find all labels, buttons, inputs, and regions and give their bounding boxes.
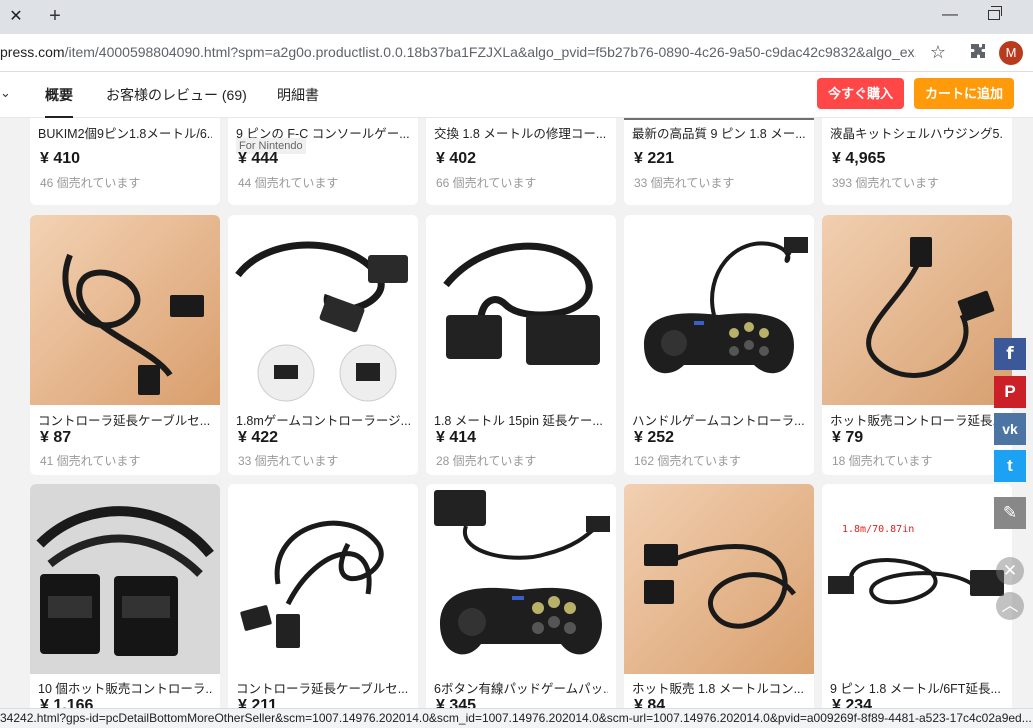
sold-count: 393 個売れています	[832, 176, 939, 190]
back-to-top-icon[interactable]: ︿	[996, 592, 1024, 620]
product-card[interactable]: 10 個ホット販売コントローラ... ¥ 1,166	[30, 484, 220, 708]
url-field[interactable]: press.com/item/4000598804090.html?spm=a2…	[0, 44, 916, 62]
product-image[interactable]	[624, 484, 814, 674]
product-price: ¥ 87	[40, 429, 72, 446]
product-title: ホット販売 1.8 メートルコン...	[632, 682, 804, 696]
vk-share-icon[interactable]: vk	[994, 413, 1026, 445]
product-card[interactable]: BUKIM2個9ピン1.8メートル/6... ¥ 410 46 個売れています	[30, 118, 220, 205]
product-price: ¥ 345	[436, 697, 477, 708]
product-image[interactable]: 1.8m/70.87in	[822, 484, 1012, 674]
product-card[interactable]: 1.8mゲームコントローラージ... ¥ 422 33 個売れています	[228, 215, 418, 475]
product-price: ¥ 221	[634, 150, 675, 167]
product-title: ホット販売コントローラ延長...	[830, 414, 1003, 428]
product-sticky-nav: ⌄ 概要 お客様のレビュー (69) 明細書 今すぐ購入 カートに追加	[0, 72, 1033, 118]
product-title: 最新の高品質 9 ピン 1.8 メー...	[632, 127, 806, 141]
product-title: 9 ピン 1.8 メートル/6FT延長...	[830, 682, 1001, 696]
product-title: BUKIM2個9ピン1.8メートル/6...	[38, 127, 212, 141]
product-card[interactable]: コントローラ延長ケーブルセ... ¥ 87 41 個売れています	[30, 215, 220, 475]
product-price: ¥ 402	[436, 150, 477, 167]
sold-count: 18 個売れています	[832, 454, 933, 468]
product-title: 1.8 メートル 15pin 延長ケー...	[434, 414, 603, 428]
product-card[interactable]: コントローラ延長ケーブルセ... ¥ 211	[228, 484, 418, 708]
minimize-icon[interactable]: —	[940, 6, 960, 26]
product-title: 1.8mゲームコントローラージ...	[236, 414, 410, 428]
address-bar: press.com/item/4000598804090.html?spm=a2…	[0, 34, 1033, 72]
product-price: ¥ 79	[832, 429, 864, 446]
sold-count: 33 個売れています	[238, 454, 339, 468]
product-card[interactable]: 液晶キットシェルハウジング5... ¥ 4,965 393 個売れています	[822, 118, 1012, 205]
close-icon[interactable]: ✕	[996, 557, 1024, 585]
product-title: ハンドルゲームコントローラ...	[632, 414, 805, 428]
new-tab-icon[interactable]: +	[44, 5, 66, 27]
product-price: ¥ 84	[634, 697, 666, 708]
product-price: ¥ 444	[238, 150, 279, 167]
product-card[interactable]: ハンドルゲームコントローラ... ¥ 252 162 個売れています	[624, 215, 814, 475]
buy-now-button[interactable]: 今すぐ購入	[817, 78, 904, 109]
product-card[interactable]: 1.8m/70.87in 9 ピン 1.8 メートル/6FT延長... ¥ 23…	[822, 484, 1012, 708]
sold-count: 66 個売れています	[436, 176, 537, 190]
product-image[interactable]	[426, 215, 616, 405]
url-host: press.com	[0, 44, 65, 60]
product-price: ¥ 422	[238, 429, 279, 446]
twitter-share-icon[interactable]: t	[994, 450, 1026, 482]
extensions-puzzle-icon[interactable]	[968, 43, 988, 63]
restore-window-icon[interactable]	[988, 6, 1002, 20]
tab-reviews[interactable]: お客様のレビュー (69)	[106, 85, 247, 107]
product-image[interactable]	[426, 484, 616, 674]
tab-overview[interactable]: 概要	[45, 85, 73, 118]
browser-tab-bar: ✕ + —	[0, 0, 1033, 34]
product-image[interactable]	[30, 215, 220, 405]
product-image[interactable]	[228, 215, 418, 405]
product-card[interactable]: 交換 1.8 メートルの修理コー... ¥ 402 66 個売れています	[426, 118, 616, 205]
tab-specifications[interactable]: 明細書	[277, 85, 319, 107]
profile-avatar[interactable]: M	[999, 41, 1023, 65]
product-card[interactable]: 1.8 メートル 15pin 延長ケー... ¥ 414 28 個売れています	[426, 215, 616, 475]
product-title: コントローラ延長ケーブルセ...	[38, 414, 211, 428]
product-title: コントローラ延長ケーブルセ...	[236, 682, 409, 696]
sold-count: 46 個売れています	[40, 176, 141, 190]
product-card[interactable]: 6ボタン有線パッドゲームパッ... ¥ 345	[426, 484, 616, 708]
facebook-share-icon[interactable]: f	[994, 338, 1026, 370]
product-title: 10 個ホット販売コントローラ...	[38, 682, 212, 696]
product-price: ¥ 414	[436, 429, 477, 446]
sold-count: 41 個売れています	[40, 454, 141, 468]
product-image-edge	[624, 118, 814, 120]
pinterest-share-icon[interactable]: P	[994, 376, 1026, 408]
image-caption: 1.8m/70.87in	[842, 524, 915, 535]
product-card[interactable]: 最新の高品質 9 ピン 1.8 メー... ¥ 221 33 個売れています	[624, 118, 814, 205]
chevron-down-icon[interactable]: ⌄	[0, 85, 14, 105]
product-price: ¥ 252	[634, 429, 675, 446]
bookmark-star-icon[interactable]: ☆	[928, 42, 948, 62]
sold-count: 33 個売れています	[634, 176, 735, 190]
edit-icon[interactable]: ✎	[994, 497, 1026, 529]
product-image[interactable]	[822, 215, 1012, 405]
add-to-cart-button[interactable]: カートに追加	[914, 78, 1014, 109]
product-card[interactable]: ホット販売コントローラ延長... ¥ 79 18 個売れています	[822, 215, 1012, 475]
product-image[interactable]	[30, 484, 220, 674]
product-price: ¥ 211	[238, 697, 278, 708]
close-tab-icon[interactable]: ✕	[6, 7, 26, 27]
product-title: 交換 1.8 メートルの修理コー...	[434, 127, 607, 141]
product-title: 液晶キットシェルハウジング5...	[830, 127, 1004, 141]
sold-count: 44 個売れています	[238, 176, 339, 190]
url-path: /item/4000598804090.html?spm=a2g0o.produ…	[64, 44, 916, 60]
product-image[interactable]	[228, 484, 418, 674]
link-status-bar: 34242.html?gps-id=pcDetailBottomMoreOthe…	[0, 708, 1033, 728]
product-title: 6ボタン有線パッドゲームパッ...	[434, 682, 608, 696]
product-price: ¥ 4,965	[832, 150, 886, 167]
product-card[interactable]: 9 ピンの F-C コンソールゲー... For Nintendo ¥ 444 …	[228, 118, 418, 205]
sold-count: 162 個売れています	[634, 454, 741, 468]
product-price: ¥ 234	[832, 697, 873, 708]
product-price: ¥ 410	[40, 150, 81, 167]
related-products-grid: BUKIM2個9ピン1.8メートル/6... ¥ 410 46 個売れています …	[0, 118, 1033, 708]
product-price: ¥ 1,166	[40, 697, 94, 708]
sold-count: 28 個売れています	[436, 454, 537, 468]
product-card[interactable]: ホット販売 1.8 メートルコン... ¥ 84	[624, 484, 814, 708]
product-image[interactable]	[624, 215, 814, 405]
